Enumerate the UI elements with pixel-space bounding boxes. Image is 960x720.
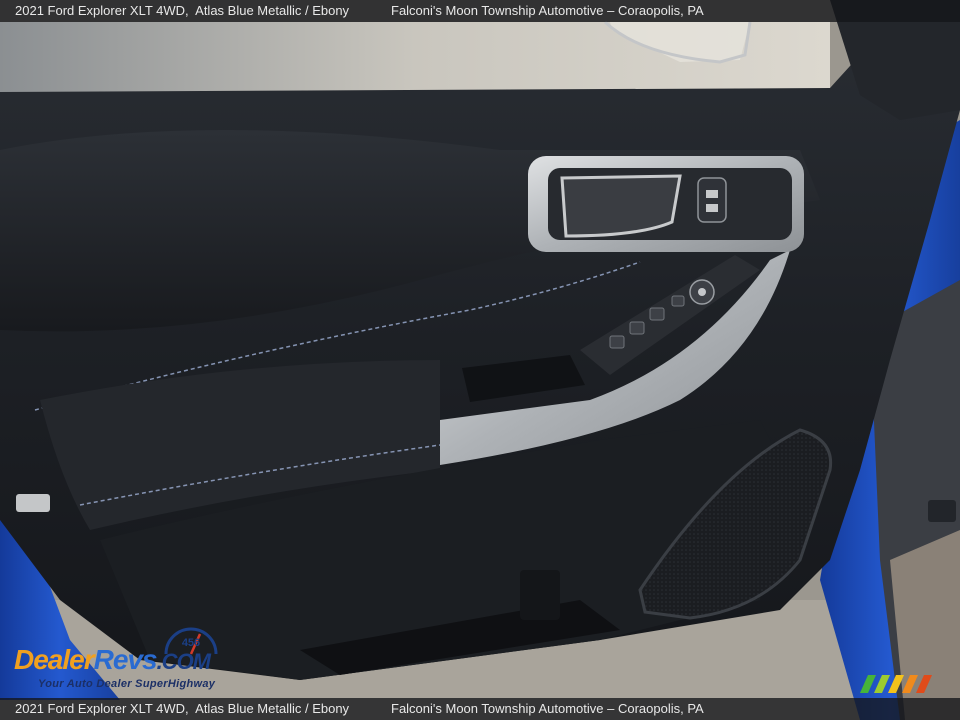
door-lock-switch-icon <box>697 177 727 223</box>
watermark-brand-revs: Revs <box>93 644 158 675</box>
door-interior-photo <box>0 0 960 720</box>
dealer-caption-bottom: Falconi's Moon Township Automotive – Cor… <box>391 701 704 716</box>
watermark-brand: DealerRevs.COM <box>14 644 211 676</box>
dealer-caption-top: Falconi's Moon Township Automotive – Cor… <box>391 3 704 18</box>
caption-bar-bottom: 2021 Ford Explorer XLT 4WD, Atlas Blue M… <box>0 698 960 720</box>
caption-bar-top: 2021 Ford Explorer XLT 4WD, Atlas Blue M… <box>0 0 960 22</box>
door-latch <box>16 494 50 512</box>
watermark-brand-dealer: Dealer <box>14 644 95 675</box>
watermark-brand-com: .COM <box>156 649 211 674</box>
watermark-tagline: Your Auto Dealer SuperHighway <box>38 678 216 690</box>
color-stripes-logo <box>860 675 932 693</box>
vehicle-caption-bottom: 2021 Ford Explorer XLT 4WD, Atlas Blue M… <box>15 701 350 716</box>
vehicle-caption-top: 2021 Ford Explorer XLT 4WD, Atlas Blue M… <box>15 3 350 18</box>
dealerrevs-watermark: 456 DealerRevs.COM Your Auto Dealer Supe… <box>12 624 272 696</box>
door-handle-icon <box>560 174 682 238</box>
